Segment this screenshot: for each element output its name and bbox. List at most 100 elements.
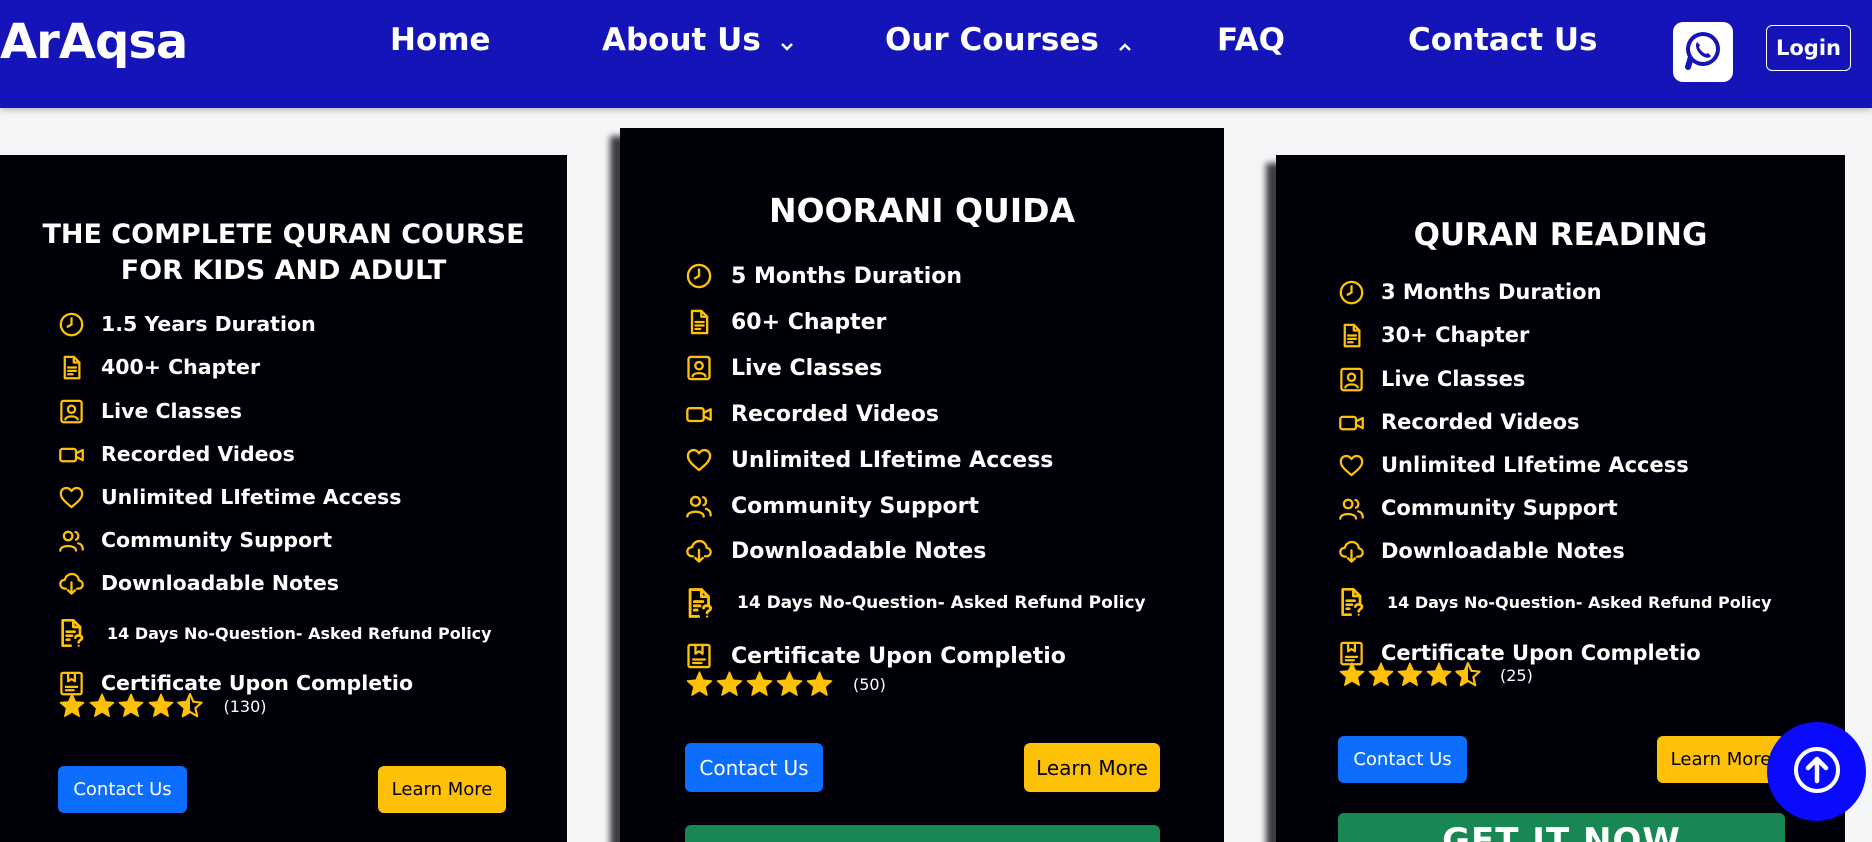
cloud-download-icon bbox=[685, 537, 713, 565]
feature-label: Recorded Videos bbox=[731, 401, 940, 427]
learn-more-button[interactable]: Learn More bbox=[1657, 736, 1785, 783]
feature-item: 14 Days No-Question- Asked Refund Policy bbox=[683, 586, 1146, 620]
get-it-now-button[interactable]: GET IT NOW bbox=[1338, 813, 1785, 842]
learn-more-button[interactable]: Learn More bbox=[378, 766, 506, 813]
feature-item: Community Support bbox=[58, 527, 332, 554]
feature-item: 14 Days No-Question- Asked Refund Policy bbox=[1336, 586, 1772, 618]
star-icon bbox=[1425, 661, 1453, 689]
whatsapp-icon bbox=[1680, 27, 1726, 77]
rating-count: (130) bbox=[223, 696, 267, 716]
rating: (50) bbox=[685, 670, 886, 699]
feature-item: Unlimited LIfetime Access bbox=[685, 446, 1053, 474]
course-card-1: THE COMPLETE QURAN COURSE FOR KIDS AND A… bbox=[0, 155, 567, 842]
feature-label: 14 Days No-Question- Asked Refund Policy bbox=[1387, 592, 1772, 612]
contact-us-button[interactable]: Contact Us bbox=[685, 743, 823, 792]
video-camera-icon bbox=[1338, 409, 1365, 436]
get-it-now-button[interactable] bbox=[685, 825, 1160, 842]
feature-label: Downloadable Notes bbox=[1381, 539, 1625, 563]
nav-home[interactable]: Home bbox=[390, 22, 491, 58]
feature-item: Unlimited LIfetime Access bbox=[1338, 452, 1689, 479]
feature-label: Community Support bbox=[731, 493, 979, 519]
star-icon bbox=[88, 692, 116, 720]
cloud-download-icon bbox=[58, 570, 85, 597]
star-icon bbox=[745, 670, 774, 699]
person-badge-icon bbox=[1338, 366, 1365, 393]
people-icon bbox=[685, 492, 713, 520]
feature-item: Community Support bbox=[685, 492, 979, 520]
feature-label: Live Classes bbox=[1381, 367, 1526, 391]
star-icon bbox=[715, 670, 744, 699]
feature-label: 5 Months Duration bbox=[731, 263, 963, 289]
feature-item: Downloadable Notes bbox=[1338, 538, 1625, 565]
chevron-down-icon bbox=[780, 24, 794, 60]
document-question-icon bbox=[1336, 586, 1368, 618]
arrow-up-circle-icon bbox=[1793, 746, 1841, 798]
star-half-icon bbox=[1454, 661, 1482, 689]
feature-label: 14 Days No-Question- Asked Refund Policy bbox=[107, 623, 492, 643]
star-icon bbox=[58, 692, 86, 720]
feature-item: Recorded Videos bbox=[1338, 409, 1580, 436]
login-button[interactable]: Login bbox=[1766, 25, 1851, 71]
feature-item: Downloadable Notes bbox=[685, 537, 986, 565]
feature-label: 30+ Chapter bbox=[1381, 323, 1530, 347]
course-card-3: QURAN READING 3 Months Duration 30+ Chapt… bbox=[1276, 155, 1845, 842]
feature-item: 14 Days No-Question- Asked Refund Policy bbox=[56, 617, 492, 649]
video-camera-icon bbox=[685, 400, 713, 428]
feature-item: Certificate Upon Completio bbox=[685, 642, 1066, 670]
feature-label: Live Classes bbox=[101, 399, 242, 423]
clock-icon bbox=[685, 262, 713, 290]
feature-label: Community Support bbox=[101, 528, 333, 552]
star-icon bbox=[775, 670, 804, 699]
feature-label: Unlimited LIfetime Access bbox=[101, 485, 402, 509]
document-icon bbox=[58, 354, 85, 381]
heart-icon bbox=[1338, 452, 1365, 479]
feature-label: Recorded Videos bbox=[101, 442, 295, 466]
document-icon bbox=[685, 308, 713, 336]
feature-label: 1.5 Years Duration bbox=[101, 312, 316, 336]
feature-label: 3 Months Duration bbox=[1381, 280, 1602, 304]
document-icon bbox=[1338, 322, 1365, 349]
brand-logo[interactable]: ArAqsa bbox=[0, 14, 188, 70]
person-badge-icon bbox=[685, 354, 713, 382]
feature-item: Live Classes bbox=[1338, 366, 1525, 393]
rating: (130) bbox=[58, 692, 267, 720]
star-icon bbox=[1367, 661, 1395, 689]
rating-count: (25) bbox=[1500, 665, 1533, 685]
heart-icon bbox=[685, 446, 713, 474]
nav-about-label: About Us bbox=[602, 22, 761, 58]
feature-label: Downloadable Notes bbox=[101, 571, 339, 595]
star-icon bbox=[147, 692, 175, 720]
scroll-to-top-button[interactable] bbox=[1767, 722, 1866, 821]
star-icon bbox=[805, 670, 834, 699]
feature-label: Unlimited LIfetime Access bbox=[731, 447, 1054, 473]
nav-faq[interactable]: FAQ bbox=[1217, 22, 1285, 58]
course-card-2: NOORANI QUIDA 5 Months Duration 60+ Chapt… bbox=[620, 128, 1224, 842]
feature-label: 60+ Chapter bbox=[731, 309, 887, 335]
contact-us-button[interactable]: Contact Us bbox=[1338, 736, 1467, 783]
contact-us-button[interactable]: Contact Us bbox=[58, 766, 187, 813]
feature-item: Recorded Videos bbox=[58, 441, 295, 468]
certificate-icon bbox=[685, 642, 713, 670]
learn-more-button[interactable]: Learn More bbox=[1024, 743, 1160, 792]
star-icon bbox=[685, 670, 714, 699]
clock-icon bbox=[1338, 279, 1365, 306]
feature-item: Community Support bbox=[1338, 495, 1618, 522]
feature-item: 3 Months Duration bbox=[1338, 279, 1602, 306]
feature-label: Recorded Videos bbox=[1381, 410, 1580, 434]
star-icon bbox=[117, 692, 145, 720]
feature-label: Certificate Upon Completio bbox=[731, 643, 1066, 669]
nav-contact[interactable]: Contact Us bbox=[1408, 22, 1597, 58]
person-badge-icon bbox=[58, 398, 85, 425]
navbar: ArAqsa Home About Us Our Courses FAQ Con… bbox=[0, 0, 1872, 108]
nav-courses[interactable]: Our Courses bbox=[885, 22, 1132, 60]
whatsapp-button[interactable] bbox=[1673, 22, 1733, 82]
feature-item: Downloadable Notes bbox=[58, 570, 339, 597]
nav-courses-label: Our Courses bbox=[885, 22, 1099, 58]
document-question-icon bbox=[56, 617, 88, 649]
feature-item: 5 Months Duration bbox=[685, 262, 962, 290]
document-question-icon bbox=[683, 586, 717, 620]
people-icon bbox=[58, 527, 85, 554]
nav-about[interactable]: About Us bbox=[602, 22, 794, 60]
feature-label: Live Classes bbox=[731, 355, 883, 381]
feature-item: 30+ Chapter bbox=[1338, 322, 1529, 349]
